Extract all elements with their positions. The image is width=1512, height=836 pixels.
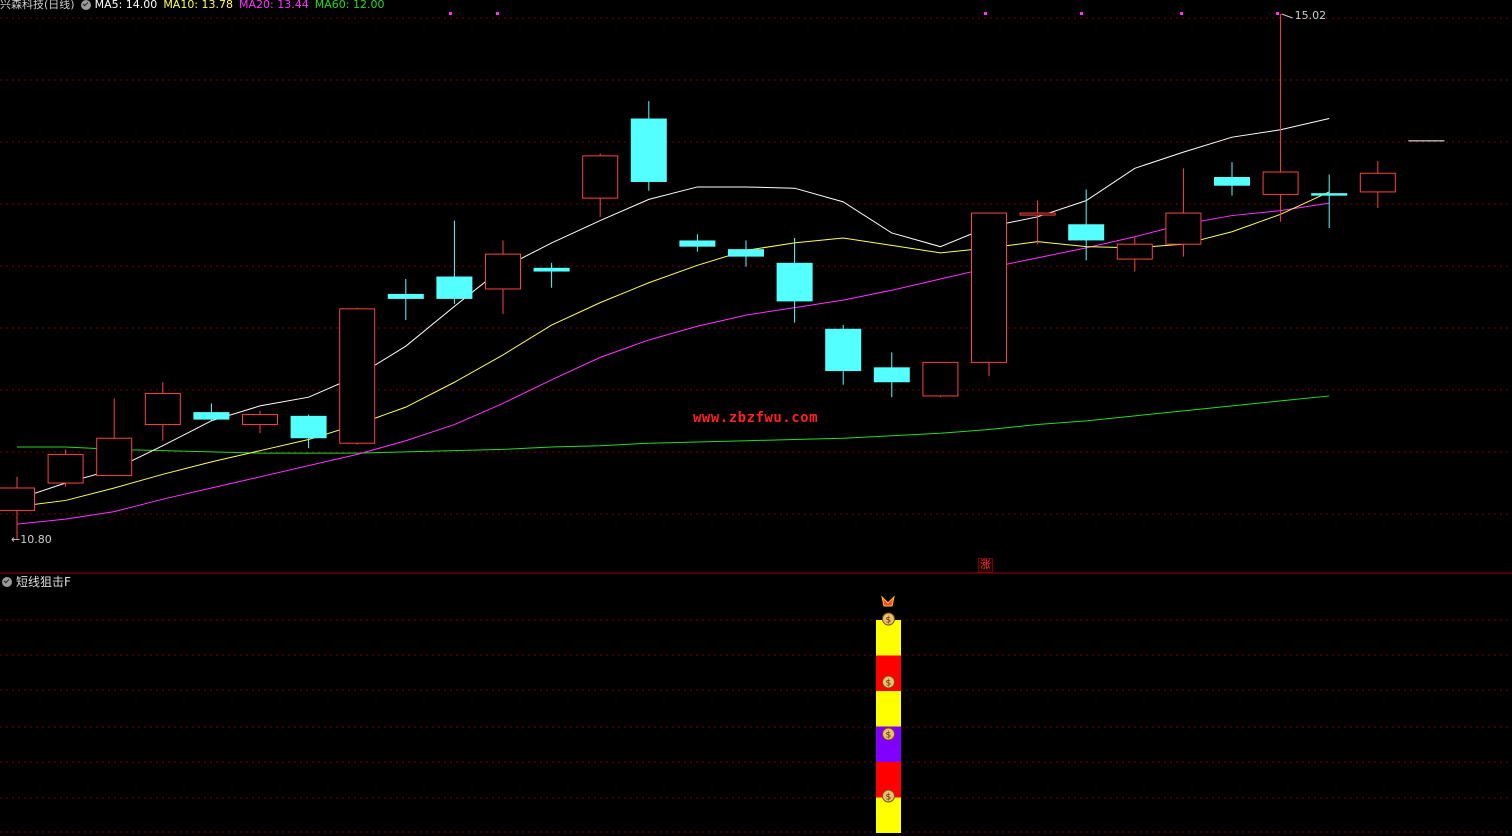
signal-dot bbox=[496, 12, 499, 15]
max-arrow bbox=[1281, 13, 1293, 19]
candle-body bbox=[436, 276, 473, 299]
candle-body bbox=[1214, 176, 1250, 186]
indicator-header: 短线狙击F bbox=[0, 575, 71, 589]
candle-body bbox=[1019, 212, 1056, 216]
signal-dot bbox=[449, 12, 452, 15]
candle-body bbox=[825, 328, 862, 372]
candle-body bbox=[193, 412, 230, 420]
stock-name: 兴森科技(日线) bbox=[0, 0, 75, 11]
candle-body bbox=[630, 118, 667, 182]
money-bag-symbol: $ bbox=[886, 731, 892, 741]
candle-body bbox=[290, 415, 327, 439]
candle-body bbox=[776, 262, 813, 302]
butterfly-icon bbox=[881, 595, 895, 607]
candle-body bbox=[971, 212, 1007, 363]
candle-body bbox=[0, 487, 35, 511]
ma60-label: MA60: 12.00 bbox=[314, 0, 385, 11]
candle-body bbox=[582, 155, 619, 199]
candle-body bbox=[339, 308, 376, 444]
ma5-label: MA5: 14.00 bbox=[94, 0, 158, 11]
candle-body bbox=[144, 392, 181, 426]
candle-body bbox=[1116, 243, 1153, 260]
candle-body bbox=[1359, 172, 1396, 193]
min-price-label: ←10.80 bbox=[11, 533, 52, 546]
check-icon[interactable] bbox=[2, 577, 12, 587]
indicator-block bbox=[876, 691, 901, 727]
money-bag-symbol: $ bbox=[886, 616, 892, 626]
candle-body bbox=[1311, 193, 1348, 196]
candle-body bbox=[1165, 212, 1202, 245]
candle-body bbox=[1068, 224, 1105, 241]
candle-body bbox=[922, 361, 959, 397]
signal-dot bbox=[1180, 12, 1183, 15]
candle-body bbox=[96, 437, 133, 477]
candle-body bbox=[242, 414, 278, 426]
chart-header: 兴森科技(日线) MA5: 14.00 MA10: 13.78 MA20: 13… bbox=[0, 0, 390, 12]
rise-marker: 涨 bbox=[978, 558, 993, 573]
money-bag-symbol: $ bbox=[886, 679, 892, 689]
candle-body bbox=[679, 240, 716, 247]
indicator-block bbox=[876, 797, 901, 833]
check-icon[interactable] bbox=[80, 0, 91, 10]
ma20-label: MA20: 13.44 bbox=[239, 0, 309, 11]
ma10-label: MA10: 13.78 bbox=[163, 0, 234, 11]
money-bag-symbol: $ bbox=[886, 793, 892, 803]
candle-body bbox=[728, 249, 764, 257]
signal-dot bbox=[1080, 12, 1083, 15]
candle-body bbox=[533, 267, 570, 272]
watermark: www.zbzfwu.com bbox=[693, 410, 819, 426]
candle-body bbox=[485, 253, 521, 290]
candle-body bbox=[1262, 171, 1299, 195]
candle-body bbox=[873, 367, 910, 383]
candle-body bbox=[47, 453, 84, 484]
candle-body bbox=[387, 293, 424, 299]
max-price-label: 15.02 bbox=[1295, 9, 1327, 22]
indicator-title: 短线狙击F bbox=[16, 575, 71, 589]
ma10-line bbox=[16, 191, 1330, 508]
ma60-line bbox=[17, 395, 1330, 454]
signal-dot bbox=[984, 12, 987, 15]
signal-dot bbox=[1276, 12, 1279, 15]
